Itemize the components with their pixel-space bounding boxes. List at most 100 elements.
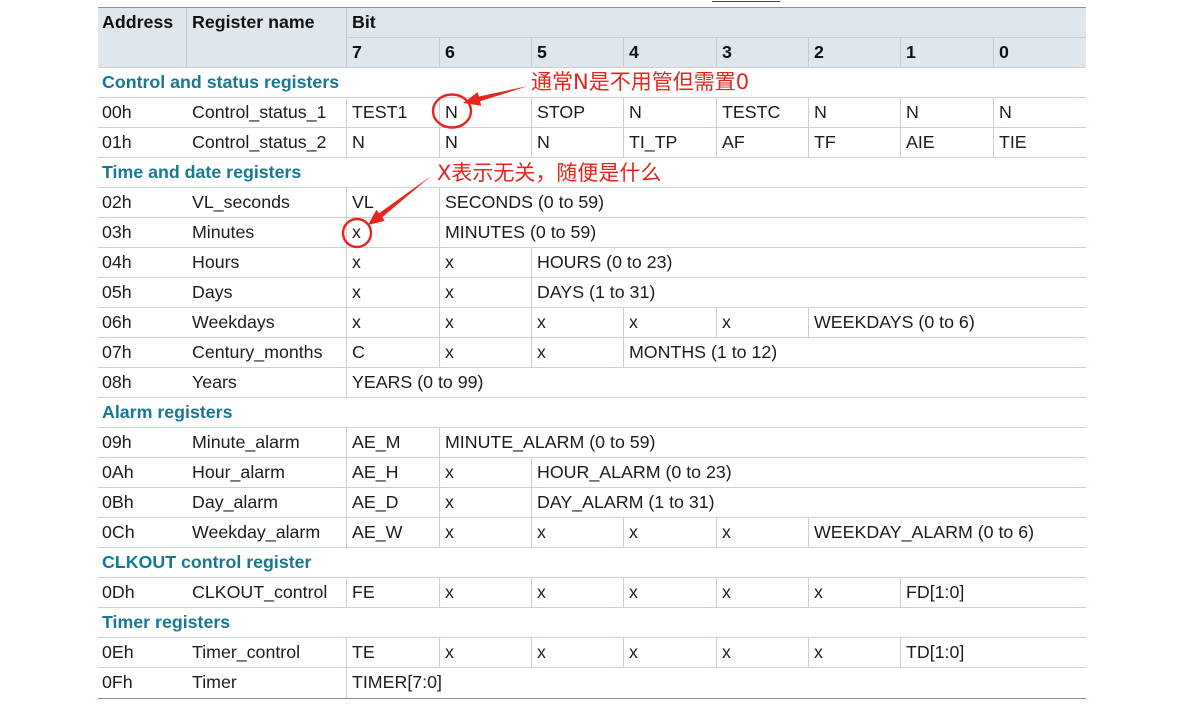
register-name: Century_months — [186, 338, 346, 368]
register-address: 0Eh — [98, 638, 186, 668]
bit-field: VL — [346, 188, 439, 218]
header-bit: Bit — [346, 8, 1086, 38]
bit-field: N — [439, 98, 531, 128]
bit-field: x — [623, 638, 716, 668]
register-address: 06h — [98, 308, 186, 338]
bit-field: x — [716, 518, 808, 548]
bit-field: x — [531, 638, 623, 668]
bit-field: MONTHS (1 to 12) — [623, 338, 1086, 368]
register-address: 0Fh — [102, 672, 133, 692]
bit-field: N — [808, 98, 900, 128]
bit-field: TD[1:0] — [900, 638, 1086, 668]
register-name: Timer_control — [186, 638, 346, 668]
register-name: Control_status_2 — [186, 128, 346, 158]
bit-field: TI_TP — [623, 128, 716, 158]
bit-field: x — [808, 578, 900, 608]
register-address: 01h — [98, 128, 186, 158]
register-address: 00h — [98, 98, 186, 128]
register-name: CLKOUT_control — [186, 578, 346, 608]
bit-field: DAY_ALARM (1 to 31) — [531, 488, 1086, 518]
bit-field: HOURS (0 to 23) — [531, 248, 1086, 278]
bit-field: x — [439, 278, 531, 308]
bit-field: x — [531, 338, 623, 368]
bit-field: N — [623, 98, 716, 128]
bit-field: C — [346, 338, 439, 368]
register-address: 08h — [98, 368, 186, 398]
bit-field: AIE — [900, 128, 993, 158]
header-bit-7: 7 — [346, 38, 439, 68]
bit-field: N — [439, 128, 531, 158]
bit-field: TESTC — [716, 98, 808, 128]
bit-field: AE_H — [346, 458, 439, 488]
bit-field: WEEKDAYS (0 to 6) — [808, 308, 1086, 338]
register-name: Hour_alarm — [186, 458, 346, 488]
header-bit-1: 1 — [900, 38, 993, 68]
bit-field: x — [439, 338, 531, 368]
register-name: Weekdays — [186, 308, 346, 338]
bit-field: x — [623, 308, 716, 338]
register-name: VL_seconds — [186, 188, 346, 218]
bit-field: x — [439, 458, 531, 488]
bit-field: x — [439, 578, 531, 608]
annotation-note-x: X表示无关，随便是什么 — [437, 161, 662, 185]
bit-field: x — [346, 308, 439, 338]
bit-field: x — [346, 218, 439, 248]
register-name: Hours — [186, 248, 346, 278]
bit-field: x — [531, 308, 623, 338]
register-address: 05h — [98, 278, 186, 308]
section-heading: Timer registers — [98, 608, 1086, 638]
header-bit-6: 6 — [439, 38, 531, 68]
bit-field: x — [623, 578, 716, 608]
cutoff-link-underline[interactable] — [712, 1, 780, 2]
section-heading: CLKOUT control register — [98, 548, 1086, 578]
bit-field: x — [531, 578, 623, 608]
register-name: Days — [186, 278, 346, 308]
register-table: Address Register name Bit 7 6 5 4 3 2 1 … — [98, 7, 1086, 699]
register-address: 03h — [98, 218, 186, 248]
bit-field: TIE — [993, 128, 1086, 158]
bit-field: x — [623, 518, 716, 548]
bit-field: FD[1:0] — [900, 578, 1086, 608]
register-address: 02h — [98, 188, 186, 218]
bit-field: AE_D — [346, 488, 439, 518]
bit-field: TE — [346, 638, 439, 668]
bit-field: x — [808, 638, 900, 668]
bit-field: x — [716, 578, 808, 608]
register-address: 0Dh — [98, 578, 186, 608]
register-address: 0Bh — [98, 488, 186, 518]
bit-field: x — [716, 638, 808, 668]
bit-field: AF — [716, 128, 808, 158]
bit-field: AE_W — [346, 518, 439, 548]
bit-field: x — [716, 308, 808, 338]
bit-field: STOP — [531, 98, 623, 128]
header-bit-5: 5 — [531, 38, 623, 68]
bit-field: TIMER[7:0] — [346, 668, 1086, 698]
bit-field: WEEKDAY_ALARM (0 to 6) — [808, 518, 1086, 548]
bit-field: x — [439, 638, 531, 668]
bit-field: N — [531, 128, 623, 158]
bit-field: TEST1 — [346, 98, 439, 128]
bit-field: x — [439, 308, 531, 338]
register-address: 07h — [98, 338, 186, 368]
register-address: 09h — [98, 428, 186, 458]
register-address: 0Ah — [98, 458, 186, 488]
register-name: Control_status_1 — [186, 98, 346, 128]
bit-field: N — [993, 98, 1086, 128]
bit-field: AE_M — [346, 428, 439, 458]
bit-field: DAYS (1 to 31) — [531, 278, 1086, 308]
header-bit-0: 0 — [993, 38, 1086, 68]
bit-field: MINUTE_ALARM (0 to 59) — [439, 428, 1086, 458]
bit-field: x — [439, 248, 531, 278]
bit-field: TF — [808, 128, 900, 158]
header-bit-3: 3 — [716, 38, 808, 68]
bit-field: YEARS (0 to 99) — [346, 368, 1086, 398]
register-name: Timer — [192, 672, 237, 692]
register-name: Day_alarm — [186, 488, 346, 518]
header-bit-2: 2 — [808, 38, 900, 68]
bit-field: FE — [346, 578, 439, 608]
header-address: Address — [98, 8, 186, 68]
bit-field: SECONDS (0 to 59) — [439, 188, 1086, 218]
register-address: 04h — [98, 248, 186, 278]
bit-field: x — [531, 518, 623, 548]
register-name: Minutes — [186, 218, 346, 248]
